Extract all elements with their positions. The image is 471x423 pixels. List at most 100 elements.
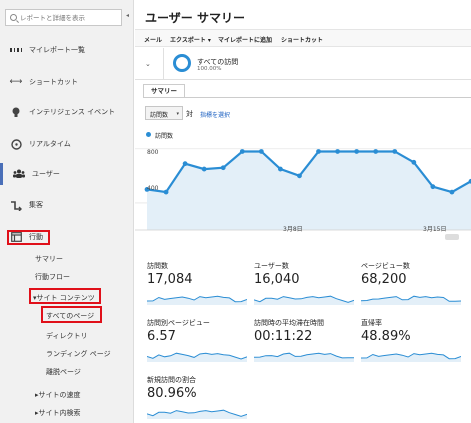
nav-label: インテリジェンス イベント xyxy=(29,108,116,116)
sparkline xyxy=(254,352,354,362)
data-point xyxy=(354,149,360,154)
sub-exit-pages[interactable]: 離脱ページ xyxy=(46,367,81,377)
metric-card-users[interactable]: ユーザー数 16,040 xyxy=(252,261,357,309)
data-point xyxy=(392,149,398,154)
metric-card-avg-duration[interactable]: 訪問時の平均滞在時間 00:11:22 xyxy=(252,318,357,366)
acquisition-arrows-icon xyxy=(10,199,22,211)
nav-my-reports[interactable]: マイレポート一覧 xyxy=(0,39,134,61)
email-button[interactable]: メール xyxy=(144,35,162,44)
sparkline-area xyxy=(147,353,247,362)
shortcut-button[interactable]: ショートカット xyxy=(281,35,323,44)
nav-label: マイレポート一覧 xyxy=(29,46,85,54)
sparkline-area xyxy=(254,296,354,305)
metric-card-pageviews[interactable]: ページビュー数 68,200 xyxy=(359,261,464,309)
x-tick-label: 3月15日 xyxy=(423,226,447,233)
metric-card-new-sessions[interactable]: 新規訪問の割合 80.96% xyxy=(145,375,250,423)
users-icon xyxy=(13,168,25,180)
shortcut-arrows-icon: ⟷ xyxy=(9,77,23,87)
chart-scroll-handle[interactable] xyxy=(445,234,459,240)
segment-bar: ⌄ すべての訪問 100.00% xyxy=(135,48,471,80)
metric-value: 16,040 xyxy=(254,272,300,287)
data-point xyxy=(335,149,340,154)
page-title: ユーザー サマリー xyxy=(145,11,245,25)
metric-label: 訪問時の平均滞在時間 xyxy=(254,319,324,327)
metric-select-value: 訪問数 xyxy=(150,112,169,119)
data-point xyxy=(239,149,245,154)
metric-value: 00:11:22 xyxy=(254,329,313,344)
metric-value: 68,200 xyxy=(361,272,407,287)
y-tick-label: 400 xyxy=(147,185,159,192)
nav-label: 集客 xyxy=(29,201,43,209)
sub-landing-pages[interactable]: ランディング ページ xyxy=(46,349,111,359)
sparkline xyxy=(147,295,247,305)
toolbar: メール エクスポート ▾ マイレポートに追加 ショートカット xyxy=(135,29,471,47)
highlight-all-pages xyxy=(41,306,102,323)
sparkline xyxy=(361,295,461,305)
export-button[interactable]: エクスポート ▾ xyxy=(170,35,211,44)
chevron-down-icon[interactable]: ⌄ xyxy=(145,60,151,68)
highlight-behavior xyxy=(7,230,50,245)
sparkline-area xyxy=(147,296,247,305)
sparkline xyxy=(361,352,461,362)
segment-percentage: 100.00% xyxy=(197,66,222,72)
sub-directory[interactable]: ディレクトリ xyxy=(46,331,88,341)
vs-label: 対 xyxy=(186,110,193,118)
search-icon xyxy=(10,14,17,21)
select-metric-link[interactable]: 指標を選択 xyxy=(200,110,230,119)
data-point xyxy=(220,165,226,171)
sub-site-search[interactable]: ▸サイト内検索 xyxy=(35,408,81,418)
metric-label: ユーザー数 xyxy=(254,262,289,270)
sub-summary[interactable]: サマリー xyxy=(35,254,63,264)
nav-intelligence-events[interactable]: インテリジェンス イベント xyxy=(0,101,134,123)
legend-label: 訪問数 xyxy=(155,133,174,140)
nav-label: ショートカット xyxy=(29,78,78,86)
nav-realtime[interactable]: リアルタイム xyxy=(0,133,134,155)
metric-value: 17,084 xyxy=(147,272,193,287)
data-point xyxy=(411,159,417,165)
sparkline-area xyxy=(254,353,354,362)
metric-label: 訪問別ページビュー xyxy=(147,319,210,327)
metric-select[interactable]: 訪問数 ▾ xyxy=(145,106,183,120)
tab-summary[interactable]: サマリー xyxy=(143,84,185,98)
legend-dot xyxy=(146,132,151,137)
report-search-box[interactable] xyxy=(5,9,122,26)
sparkline xyxy=(254,295,354,305)
metric-value: 80.96% xyxy=(147,386,197,401)
metric-value: 48.89% xyxy=(361,329,411,344)
metric-label: 新規訪問の割合 xyxy=(147,376,196,384)
metric-label: 直帰率 xyxy=(361,319,382,327)
x-tick-label: 3月8日 xyxy=(283,226,303,233)
report-search-input[interactable] xyxy=(20,12,120,24)
sub-site-speed[interactable]: ▸サイトの速度 xyxy=(35,390,81,400)
sparkline xyxy=(147,352,247,362)
metric-card-bounce-rate[interactable]: 直帰率 48.89% xyxy=(359,318,464,366)
data-point xyxy=(163,189,169,195)
sub-behavior-flow[interactable]: 行動フロー xyxy=(35,272,70,282)
data-point xyxy=(201,166,207,172)
realtime-clock-icon xyxy=(10,138,22,150)
sparkline xyxy=(147,409,247,419)
bulb-icon xyxy=(10,106,22,118)
sessions-chart[interactable] xyxy=(135,140,471,240)
nav-acquisition[interactable]: 集客 xyxy=(0,194,134,216)
sidebar: ◂ マイレポート一覧 ⟷ ショートカット インテリジェンス イベント リアルタイ… xyxy=(0,0,134,423)
highlight-site-content xyxy=(29,288,101,304)
tab-divider xyxy=(143,97,471,98)
main-content: ユーザー サマリー メール エクスポート ▾ マイレポートに追加 ショートカット… xyxy=(135,0,471,423)
metric-value: 6.57 xyxy=(147,329,176,344)
data-point xyxy=(373,149,379,154)
grid-icon xyxy=(10,44,22,56)
nav-shortcuts[interactable]: ⟷ ショートカット xyxy=(0,71,134,93)
nav-users[interactable]: ユーザー xyxy=(0,163,134,185)
data-point xyxy=(430,184,436,190)
data-point xyxy=(449,189,455,195)
metric-card-pages-per-session[interactable]: 訪問別ページビュー 6.57 xyxy=(145,318,250,366)
add-to-dashboard-button[interactable]: マイレポートに追加 xyxy=(218,35,272,44)
collapse-sidebar-icon[interactable]: ◂ xyxy=(126,12,129,19)
nav-label: ユーザー xyxy=(32,170,60,178)
metric-label: ページビュー数 xyxy=(361,262,410,270)
metric-card-sessions[interactable]: 訪問数 17,084 xyxy=(145,261,250,309)
segment-circle-icon xyxy=(173,54,191,72)
data-point xyxy=(297,173,302,179)
y-tick-label: 800 xyxy=(147,149,159,156)
